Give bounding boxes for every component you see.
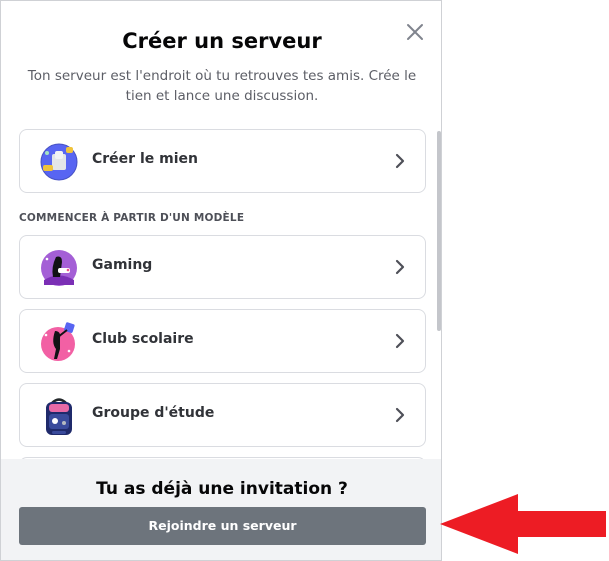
template-gaming-button[interactable]: Gaming [19, 235, 426, 299]
footer-title: Tu as déjà une invitation ? [96, 479, 348, 499]
chevron-right-icon [395, 333, 405, 349]
join-server-button[interactable]: Rejoindre un serveur [19, 507, 426, 545]
scrollbar-thumb[interactable] [437, 131, 441, 331]
template-gaming-label: Gaming [92, 257, 153, 273]
chevron-right-icon [395, 259, 405, 275]
modal-title: Créer un serveur [122, 29, 322, 53]
study-group-icon [46, 398, 72, 435]
template-section-label: COMMENCER À PARTIR D'UN MODÈLE [19, 212, 245, 224]
template-school-club-button[interactable]: Club scolaire [19, 309, 426, 373]
gaming-icon [41, 250, 77, 286]
template-school-club-label: Club scolaire [92, 331, 194, 347]
modal-footer: Tu as déjà une invitation ? Rejoindre un… [1, 459, 441, 560]
modal-subtitle: Ton serveur est l'endroit où tu retrouve… [27, 68, 417, 104]
chevron-right-icon [395, 153, 405, 169]
globe-create-icon [40, 143, 78, 181]
template-study-group-label: Groupe d'étude [92, 405, 215, 421]
template-study-group-button[interactable]: Groupe d'étude [19, 383, 426, 447]
create-my-own-button[interactable]: Créer le mien [19, 129, 426, 193]
red-arrow-annotation [440, 494, 606, 554]
chevron-right-icon [395, 407, 405, 423]
school-club-icon [41, 322, 75, 361]
options-list[interactable]: Créer le mien COMMENCER À PARTIR D'UN MO… [1, 119, 441, 459]
create-server-modal: Créer un serveur Ton serveur est l'endro… [0, 0, 442, 561]
create-my-own-label: Créer le mien [92, 151, 198, 167]
